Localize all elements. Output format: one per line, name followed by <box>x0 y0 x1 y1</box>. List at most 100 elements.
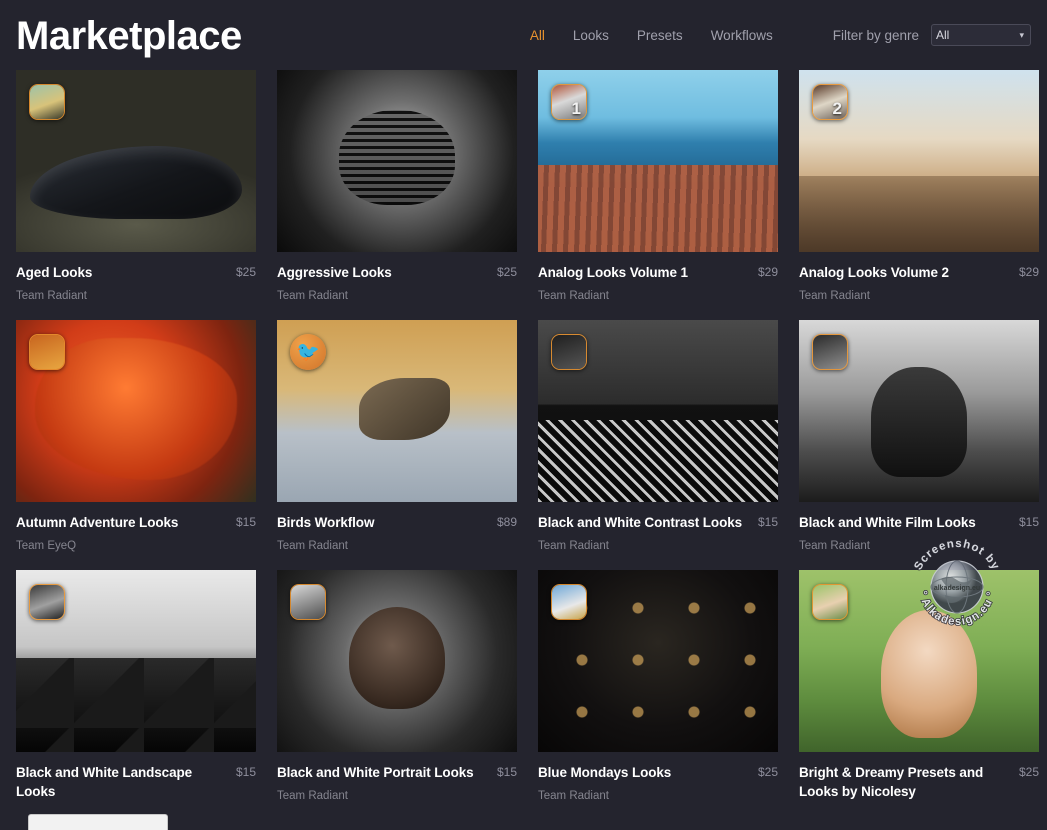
product-badge-icon <box>29 84 65 120</box>
product-card[interactable]: Autumn Adventure Looks $15 Team EyeQ <box>16 320 256 552</box>
product-badge-icon <box>290 584 326 621</box>
product-thumbnail[interactable] <box>277 570 517 753</box>
product-meta-row: Autumn Adventure Looks $15 <box>16 513 256 532</box>
product-card[interactable]: Aged Looks $25 Team Radiant <box>16 70 256 302</box>
product-badge-icon <box>812 334 848 371</box>
product-meta-row: Black and White Contrast Looks $15 <box>538 513 778 532</box>
product-author: Team Radiant <box>277 540 348 553</box>
bird-icon: 🐦 <box>296 341 320 363</box>
product-thumbnail[interactable]: 1 <box>538 70 778 252</box>
product-meta-row: Aggressive Looks $25 <box>277 263 517 282</box>
genre-filter-group: Filter by genre All ▾ <box>833 24 1031 46</box>
product-card[interactable]: 1 Analog Looks Volume 1 $29 Team Radiant <box>538 70 778 302</box>
product-title[interactable]: Analog Looks Volume 1 <box>538 263 750 282</box>
product-author: Team Radiant <box>799 540 870 553</box>
product-price: $25 <box>757 765 778 780</box>
genre-select[interactable]: All ▾ <box>931 24 1031 46</box>
product-card[interactable]: Black and White Contrast Looks $15 Team Ra… <box>538 320 778 552</box>
product-price: $25 <box>496 265 517 279</box>
product-meta: Bright & Dreamy Presets and Looks by Nic… <box>799 752 1039 801</box>
product-thumbnail[interactable]: 2 <box>799 70 1039 252</box>
product-title[interactable]: Black and White Contrast Looks <box>538 513 750 532</box>
product-thumbnail[interactable] <box>16 320 256 503</box>
product-thumbnail[interactable] <box>538 570 778 753</box>
product-meta-row: Black and White Portrait Looks $15 <box>277 763 517 782</box>
product-badge-icon <box>29 334 65 371</box>
tab-looks[interactable]: Looks <box>573 28 609 43</box>
product-thumbnail[interactable] <box>538 320 778 503</box>
product-meta-row: Blue Mondays Looks $25 <box>538 763 778 782</box>
product-author: Team Radiant <box>538 540 609 553</box>
product-thumbnail[interactable] <box>799 320 1039 503</box>
product-author: Team Radiant <box>277 290 348 303</box>
genre-select-value: All <box>936 28 950 42</box>
product-card[interactable]: 2 Analog Looks Volume 2 $29 Team Radiant <box>799 70 1039 302</box>
product-meta-row: Bright & Dreamy Presets and Looks by Nic… <box>799 763 1039 801</box>
product-thumbnail[interactable]: 🐦 <box>277 320 517 503</box>
product-price: $15 <box>757 515 778 530</box>
product-thumbnail[interactable] <box>16 570 256 753</box>
product-title[interactable]: Autumn Adventure Looks <box>16 513 228 532</box>
product-thumbnail[interactable] <box>277 70 517 252</box>
product-card[interactable]: Black and White Landscape Looks $15 <box>16 570 256 802</box>
product-title[interactable]: Black and White Landscape Looks <box>16 763 228 801</box>
bird-badge-icon: 🐦 <box>290 334 326 371</box>
product-meta: Black and White Landscape Looks $15 <box>16 752 256 801</box>
product-meta: Aged Looks $25 Team Radiant <box>16 252 256 302</box>
product-meta-row: Aged Looks $25 <box>16 263 256 282</box>
product-card[interactable]: Black and White Portrait Looks $15 Team Ra… <box>277 570 517 802</box>
product-badge-icon <box>29 584 65 621</box>
product-meta: Black and White Contrast Looks $15 Team Ra… <box>538 502 778 552</box>
product-title[interactable]: Blue Mondays Looks <box>538 763 750 782</box>
page-header: Marketplace All Looks Presets Workflows … <box>0 0 1047 70</box>
volume-badge-icon: 1 <box>551 84 587 120</box>
product-title[interactable]: Bright & Dreamy Presets and Looks by Nic… <box>799 763 1011 801</box>
product-price: $29 <box>1018 265 1039 279</box>
product-card[interactable]: Aggressive Looks $25 Team Radiant <box>277 70 517 302</box>
badge-thumbnail <box>813 335 847 370</box>
product-title[interactable]: Birds Workflow <box>277 513 489 532</box>
chevron-down-icon: ▾ <box>1019 29 1024 40</box>
product-meta: Aggressive Looks $25 Team Radiant <box>277 252 517 302</box>
product-title[interactable]: Aged Looks <box>16 263 228 282</box>
product-card[interactable]: 🐦 Birds Workflow $89 Team Radiant <box>277 320 517 552</box>
product-meta-row: Black and White Film Looks $15 <box>799 513 1039 532</box>
product-meta: Birds Workflow $89 Team Radiant <box>277 502 517 552</box>
product-author: Team Radiant <box>538 790 609 803</box>
product-title[interactable]: Analog Looks Volume 2 <box>799 263 1011 282</box>
product-card[interactable]: Black and White Film Looks $15 Team Radian… <box>799 320 1039 552</box>
header-controls: All Looks Presets Workflows Filter by ge… <box>530 24 1031 46</box>
product-title[interactable]: Aggressive Looks <box>277 263 489 282</box>
product-card[interactable]: Blue Mondays Looks $25 Team Radiant <box>538 570 778 802</box>
product-meta: Autumn Adventure Looks $15 Team EyeQ <box>16 502 256 552</box>
product-author: Team Radiant <box>538 290 609 303</box>
product-thumbnail[interactable] <box>799 570 1039 753</box>
product-title[interactable]: Black and White Film Looks <box>799 513 1011 532</box>
product-badge-icon <box>551 334 587 371</box>
badge-thumbnail <box>30 335 64 370</box>
marketplace-grid: Aged Looks $25 Team Radiant Aggressive Look… <box>0 70 1047 802</box>
product-meta: Black and White Portrait Looks $15 Team Ra… <box>277 752 517 802</box>
product-author: Team Radiant <box>799 290 870 303</box>
product-author: Team Radiant <box>277 790 348 803</box>
filter-by-genre-label: Filter by genre <box>832 27 919 43</box>
product-price: $29 <box>757 265 778 279</box>
tab-all[interactable]: All <box>530 28 545 43</box>
page-title: Marketplace <box>16 14 242 58</box>
tab-presets[interactable]: Presets <box>637 28 683 43</box>
product-thumbnail[interactable] <box>16 70 256 252</box>
product-price: $25 <box>1018 765 1039 780</box>
product-title[interactable]: Black and White Portrait Looks <box>277 763 489 782</box>
product-card[interactable]: Bright & Dreamy Presets and Looks by Nic… <box>799 570 1039 802</box>
product-meta-row: Birds Workflow $89 <box>277 513 517 532</box>
product-meta: Analog Looks Volume 1 $29 Team Radiant <box>538 252 778 302</box>
product-price: $15 <box>235 765 256 780</box>
product-meta-row: Black and White Landscape Looks $15 <box>16 763 256 801</box>
tab-workflows[interactable]: Workflows <box>711 28 773 43</box>
product-meta-row: Analog Looks Volume 2 $29 <box>799 263 1039 282</box>
product-badge-icon <box>551 584 587 621</box>
badge-thumbnail <box>30 585 64 620</box>
badge-thumbnail <box>30 85 64 119</box>
product-meta: Analog Looks Volume 2 $29 Team Radiant <box>799 252 1039 302</box>
badge-volume-number: 2 <box>832 99 842 118</box>
